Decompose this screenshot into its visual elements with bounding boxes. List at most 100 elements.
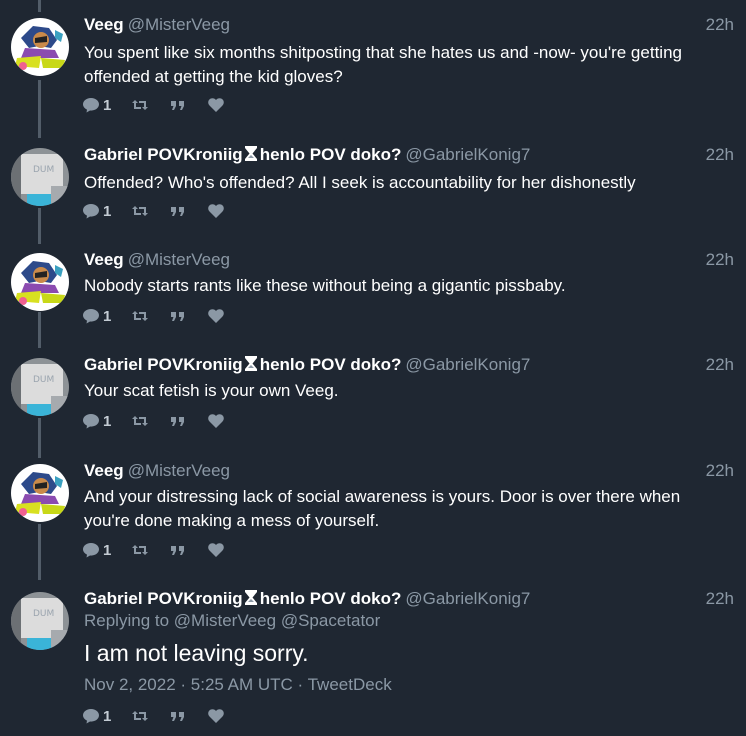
author-handle[interactable]: @MisterVeeg	[128, 15, 230, 34]
avatar-art-text: DUM	[33, 165, 54, 175]
timestamp[interactable]: 22h	[706, 588, 734, 610]
tweet[interactable]: DUM Gabriel POVKroniig henlo POV doko? @Ga…	[0, 144, 746, 224]
avatar[interactable]	[11, 18, 69, 76]
reply-icon	[83, 204, 99, 219]
avatar[interactable]: DUM	[11, 148, 69, 206]
timestamp[interactable]: 22h	[706, 354, 734, 376]
timestamp[interactable]: 22h	[706, 460, 734, 482]
retweet-button[interactable]	[131, 412, 149, 430]
author-handle[interactable]: @MisterVeeg	[128, 461, 230, 480]
author-handle[interactable]: @GabrielKonig7	[405, 355, 530, 374]
tweet-text: And your distressing lack of social awar…	[84, 487, 681, 530]
tweet-actions: 1	[82, 411, 245, 431]
like-button[interactable]	[207, 541, 225, 559]
reply-button[interactable]: 1	[82, 96, 111, 114]
author-name[interactable]: Veeg	[84, 15, 124, 34]
reply-button[interactable]: 1	[82, 412, 111, 430]
quote-icon	[171, 207, 185, 216]
avatar[interactable]: DUM	[11, 358, 69, 416]
tweet-actions: 1	[82, 201, 245, 221]
tweet-main[interactable]: DUM Gabriel POVKroniig henlo POV doko? @Ga…	[0, 588, 746, 728]
quote-icon	[171, 312, 185, 321]
heart-icon	[208, 309, 225, 323]
reply-button[interactable]: 1	[82, 541, 111, 559]
author-name-suffix[interactable]: henlo POV doko?	[260, 589, 402, 608]
timestamp[interactable]: 22h	[706, 144, 734, 166]
replying-to: Replying to @MisterVeeg @Spacetator	[84, 611, 380, 631]
quote-button[interactable]	[169, 96, 187, 114]
author-name[interactable]: Gabriel POVKroniig	[84, 355, 243, 374]
reply-count: 1	[103, 307, 112, 325]
heart-icon	[208, 414, 225, 428]
quote-icon	[171, 546, 185, 555]
like-button[interactable]	[207, 202, 225, 220]
avatar[interactable]: DUM	[11, 592, 69, 650]
avatar-art-text: DUM	[33, 375, 54, 385]
timestamp[interactable]: 22h	[706, 249, 734, 271]
tweet-header: Veeg @MisterVeeg 22h	[84, 249, 734, 271]
retweet-button[interactable]	[131, 96, 149, 114]
retweet-icon	[132, 311, 149, 321]
quote-icon	[171, 712, 185, 721]
retweet-button[interactable]	[131, 202, 149, 220]
tweet-text: Nobody starts rants like these without b…	[84, 276, 566, 295]
replying-to-label: Replying to	[84, 611, 170, 630]
tweet-text: I am not leaving sorry.	[84, 640, 309, 666]
hourglass-icon	[244, 356, 257, 371]
author-handle[interactable]: @GabrielKonig7	[405, 589, 530, 608]
tweet-actions: 1	[82, 706, 245, 726]
retweet-button[interactable]	[131, 307, 149, 325]
author-name-suffix[interactable]: henlo POV doko?	[260, 145, 402, 164]
tweet-header: Veeg @MisterVeeg 22h	[84, 460, 734, 482]
avatar[interactable]	[11, 464, 69, 522]
hourglass-icon	[244, 590, 257, 605]
like-button[interactable]	[207, 96, 225, 114]
tweet-header: Gabriel POVKroniig henlo POV doko? @Gabrie…	[84, 144, 734, 166]
tweet-text: You spent like six months shitposting th…	[84, 43, 682, 86]
quote-button[interactable]	[169, 707, 187, 725]
thread-line	[38, 0, 41, 12]
replying-to-mentions[interactable]: @MisterVeeg @Spacetator	[174, 611, 381, 630]
heart-icon	[208, 709, 225, 723]
reply-count: 1	[103, 707, 112, 725]
like-button[interactable]	[207, 412, 225, 430]
like-button[interactable]	[207, 307, 225, 325]
reply-count: 1	[103, 412, 112, 430]
reply-icon	[83, 709, 99, 724]
reply-button[interactable]: 1	[82, 707, 111, 725]
tweet-header: Gabriel POVKroniig henlo POV doko? @Gabrie…	[84, 354, 734, 376]
author-handle[interactable]: @GabrielKonig7	[405, 145, 530, 164]
author-name-suffix[interactable]: henlo POV doko?	[260, 355, 402, 374]
tweet[interactable]: Veeg @MisterVeeg 22h You spent like six m…	[0, 14, 746, 118]
author-name[interactable]: Veeg	[84, 461, 124, 480]
reply-icon	[83, 98, 99, 113]
quote-button[interactable]	[169, 202, 187, 220]
quote-button[interactable]	[169, 307, 187, 325]
quote-button[interactable]	[169, 541, 187, 559]
tweet-text: Offended? Who's offended? All I seek is …	[84, 173, 636, 192]
heart-icon	[208, 98, 225, 112]
retweet-icon	[132, 416, 149, 426]
reply-button[interactable]: 1	[82, 202, 111, 220]
tweet-text: Your scat fetish is your own Veeg.	[84, 381, 339, 400]
reply-icon	[83, 309, 99, 324]
tweet[interactable]: Veeg @MisterVeeg 22h And your distressing…	[0, 460, 746, 564]
tweet-header: Veeg @MisterVeeg 22h	[84, 14, 734, 36]
reply-count: 1	[103, 202, 112, 220]
author-name[interactable]: Gabriel POVKroniig	[84, 589, 243, 608]
retweet-button[interactable]	[131, 707, 149, 725]
tweet-actions: 1	[82, 540, 245, 560]
tweet-meta: Nov 2, 2022 · 5:25 AM UTC · TweetDeck	[84, 675, 392, 694]
reply-button[interactable]: 1	[82, 307, 111, 325]
retweet-button[interactable]	[131, 541, 149, 559]
author-name[interactable]: Gabriel POVKroniig	[84, 145, 243, 164]
author-handle[interactable]: @MisterVeeg	[128, 250, 230, 269]
quote-button[interactable]	[169, 412, 187, 430]
like-button[interactable]	[207, 707, 225, 725]
author-name[interactable]: Veeg	[84, 250, 124, 269]
avatar[interactable]	[11, 253, 69, 311]
retweet-icon	[132, 545, 149, 555]
tweet[interactable]: DUM Gabriel POVKroniig henlo POV doko? @Ga…	[0, 354, 746, 434]
timestamp[interactable]: 22h	[706, 14, 734, 36]
tweet[interactable]: Veeg @MisterVeeg 22h Nobody starts rants …	[0, 249, 746, 329]
